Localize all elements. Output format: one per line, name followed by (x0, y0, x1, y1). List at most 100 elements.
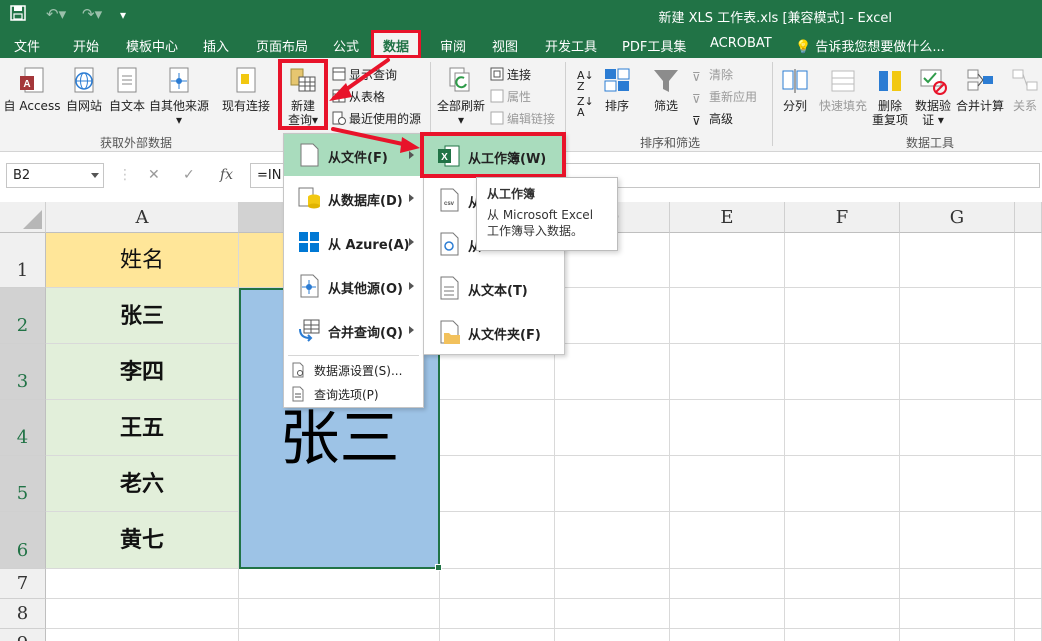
grid-cell[interactable] (555, 344, 670, 400)
grid-cell[interactable] (440, 599, 555, 629)
tab-page-layout[interactable]: 页面布局 (256, 36, 308, 55)
text-to-columns-button[interactable]: 分列 (778, 66, 812, 113)
grid-cell[interactable] (555, 456, 670, 512)
grid-cell[interactable] (440, 456, 555, 512)
grid-cell[interactable] (670, 288, 785, 344)
grid-cell[interactable] (670, 569, 785, 599)
grid-cell[interactable] (900, 344, 1015, 400)
grid-cell[interactable] (440, 629, 555, 641)
row-header-7[interactable]: 7 (0, 569, 46, 599)
remove-duplicates-button[interactable]: 删除 重复项 (870, 66, 910, 127)
row-header-9[interactable]: 9 (0, 629, 46, 641)
column-header-f[interactable]: F (785, 202, 900, 233)
chevron-down-icon[interactable] (91, 173, 99, 178)
grid-cell[interactable] (900, 599, 1015, 629)
grid-cell[interactable] (46, 629, 239, 641)
consolidate-button[interactable]: 合并计算 (954, 66, 1006, 113)
properties-button[interactable]: 属性 (490, 88, 531, 105)
show-queries-button[interactable]: 显示查询 (332, 66, 397, 83)
select-all-corner[interactable] (0, 202, 46, 233)
menu-item-from-other-sources[interactable]: 从其他源(O) (284, 264, 423, 308)
grid-cell[interactable] (785, 456, 900, 512)
cancel-icon[interactable]: ✕ (148, 167, 160, 183)
flash-fill-button[interactable]: 快速填充 (816, 66, 870, 113)
tab-insert[interactable]: 插入 (203, 36, 229, 55)
row-header-6[interactable]: 6 (0, 512, 46, 569)
tab-file[interactable]: 文件 (14, 36, 40, 55)
grid-cell[interactable] (46, 569, 239, 599)
row-header-2[interactable]: 2 (0, 288, 46, 344)
cell-a3[interactable]: 李四 (46, 344, 239, 400)
tab-formulas[interactable]: 公式 (333, 36, 359, 55)
column-header-h[interactable] (1015, 202, 1042, 233)
grid-cell[interactable] (239, 569, 440, 599)
filter-button[interactable]: 筛选 (650, 66, 682, 113)
grid-cell[interactable] (555, 400, 670, 456)
from-table-button[interactable]: 从表格 (332, 88, 385, 105)
grid-cell[interactable] (785, 344, 900, 400)
grid-cell[interactable] (785, 629, 900, 641)
from-access-button[interactable]: A 自 Access (2, 66, 62, 113)
grid-cell[interactable] (440, 569, 555, 599)
grid-cell[interactable] (1015, 599, 1042, 629)
menu-item-combine-queries[interactable]: 合并查询(Q) (284, 308, 423, 352)
grid-cell[interactable] (785, 233, 900, 288)
row-header-4[interactable]: 4 (0, 400, 46, 456)
grid-cell[interactable] (555, 512, 670, 569)
tab-data[interactable]: 数据 (371, 30, 422, 58)
cell-a6[interactable]: 黄七 (46, 512, 239, 569)
grid-cell[interactable] (1015, 400, 1042, 456)
grid-cell[interactable] (1015, 456, 1042, 512)
grid-cell[interactable] (900, 233, 1015, 288)
grid-cell[interactable] (785, 400, 900, 456)
column-header-a[interactable]: A (46, 202, 239, 233)
grid-cell[interactable] (555, 629, 670, 641)
menu-item-from-azure[interactable]: 从 Azure(A) (284, 220, 423, 264)
reapply-button[interactable]: ⊽ 重新应用 (692, 88, 757, 106)
relationships-button[interactable]: 关系 (1008, 66, 1042, 113)
grid-cell[interactable] (900, 456, 1015, 512)
enter-icon[interactable]: ✓ (183, 167, 195, 183)
tab-review[interactable]: 审阅 (440, 36, 466, 55)
tell-me-box[interactable]: 💡 告诉我您想要做什么... (795, 36, 945, 55)
sort-za-button[interactable]: Z↓ A (577, 96, 594, 118)
grid-cell[interactable] (670, 599, 785, 629)
grid-cell[interactable] (239, 599, 440, 629)
grid-cell[interactable] (1015, 512, 1042, 569)
grid-cell[interactable] (1015, 629, 1042, 641)
cell-a1[interactable]: 姓名 (46, 233, 239, 288)
grid-cell[interactable] (670, 344, 785, 400)
from-web-button[interactable]: 自网站 (63, 66, 105, 113)
tab-home[interactable]: 开始 (73, 36, 99, 55)
grid-cell[interactable] (785, 512, 900, 569)
grid-cell[interactable] (555, 288, 670, 344)
tab-pdf-tools[interactable]: PDF工具集 (622, 36, 686, 55)
name-box[interactable]: B2 (6, 163, 104, 188)
menu-item-from-database[interactable]: 从数据库(D) (284, 176, 423, 220)
insert-function-icon[interactable]: fx (220, 167, 233, 183)
from-text-button[interactable]: 自文本 (106, 66, 148, 113)
grid-cell[interactable] (900, 400, 1015, 456)
advanced-filter-button[interactable]: ⊽ 高级 (692, 110, 733, 128)
menu-item-from-folder[interactable]: 从文件夹(F) (424, 310, 564, 354)
grid-cell[interactable] (46, 599, 239, 629)
menu-item-data-source-settings[interactable]: 数据源设置(S)... (284, 358, 423, 382)
fill-handle[interactable] (435, 564, 442, 571)
menu-item-from-text[interactable]: 从文本(T) (424, 266, 564, 310)
row-header-1[interactable]: 1 (0, 233, 46, 288)
grid-cell[interactable] (785, 569, 900, 599)
existing-connections-button[interactable]: 现有连接 (218, 66, 274, 113)
refresh-all-button[interactable]: 全部刷新 ▾ (436, 66, 486, 127)
grid-cell[interactable] (785, 599, 900, 629)
grid-cell[interactable] (670, 400, 785, 456)
drag-handle-icon[interactable]: ⋮ (118, 167, 132, 183)
edit-links-button[interactable]: 编辑链接 (490, 110, 555, 127)
grid-cell[interactable] (900, 629, 1015, 641)
clear-filter-button[interactable]: ⊽ 清除 (692, 66, 733, 84)
tab-templates[interactable]: 模板中心 (126, 36, 178, 55)
grid-cell[interactable] (1015, 344, 1042, 400)
grid-cell[interactable] (1015, 233, 1042, 288)
column-header-g[interactable]: G (900, 202, 1015, 233)
row-header-8[interactable]: 8 (0, 599, 46, 629)
grid-cell[interactable] (1015, 569, 1042, 599)
